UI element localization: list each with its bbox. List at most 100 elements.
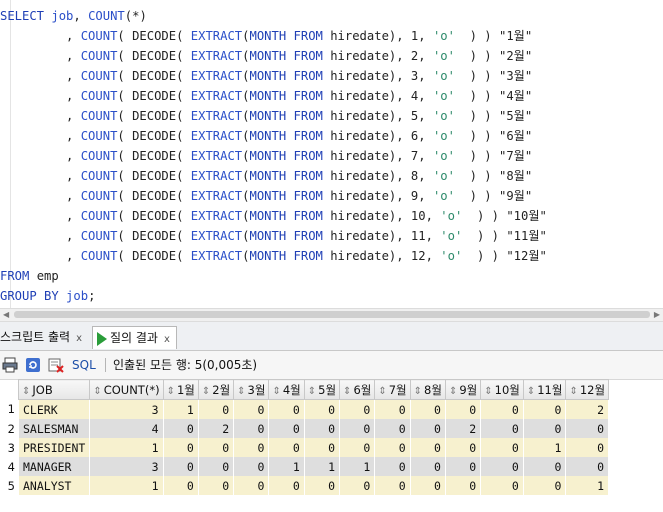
count-cell[interactable]: 0	[268, 438, 305, 457]
count-cell[interactable]: 2	[198, 419, 235, 438]
column-header[interactable]: ⇕ 2월	[197, 379, 235, 400]
count-cell[interactable]: 0	[268, 399, 305, 419]
editor-horizontal-scrollbar[interactable]: ◀ ▶	[0, 308, 663, 322]
sort-icon[interactable]: ⇕	[484, 386, 492, 397]
count-cell[interactable]: 0	[304, 476, 341, 495]
count-cell[interactable]: 0	[304, 438, 341, 457]
sort-icon[interactable]: ⇕	[378, 386, 386, 397]
count-cell[interactable]: 2	[565, 399, 610, 419]
sort-icon[interactable]: ⇕	[343, 386, 351, 397]
column-header[interactable]: ⇕ 10월	[480, 379, 524, 400]
count-cell[interactable]: 0	[198, 399, 235, 419]
count-cell[interactable]: 0	[374, 438, 411, 457]
sort-icon[interactable]: ⇕	[308, 386, 316, 397]
tab-query-result-close-icon[interactable]: x	[164, 334, 170, 345]
count-cell[interactable]: 0	[480, 457, 524, 476]
count-cell[interactable]: 0	[198, 438, 235, 457]
count-cell[interactable]: 0	[410, 476, 446, 495]
count-cell[interactable]: 0	[445, 438, 482, 457]
count-cell[interactable]: 0	[233, 419, 270, 438]
clear-icon[interactable]	[48, 357, 64, 373]
count-cell[interactable]: 1	[304, 457, 341, 476]
count-cell[interactable]: 1	[89, 438, 164, 457]
count-cell[interactable]: 0	[410, 438, 446, 457]
table-row[interactable]: 5 ANALYST 1 0 0 0 0 0 0 0 0 0 0 0 1	[0, 476, 610, 495]
count-cell[interactable]: 0	[233, 399, 270, 419]
count-cell[interactable]: 1	[339, 457, 376, 476]
tab-script-output[interactable]: 스크립트 출력 x	[0, 326, 86, 348]
column-header[interactable]: ⇕ COUNT(*)	[89, 379, 164, 400]
count-cell[interactable]: 0	[233, 476, 270, 495]
count-cell[interactable]: 2	[445, 419, 482, 438]
count-cell[interactable]: 0	[523, 476, 567, 495]
count-cell[interactable]: 1	[89, 476, 164, 495]
count-cell[interactable]: 0	[339, 476, 376, 495]
sort-icon[interactable]: ⇕	[237, 386, 245, 397]
sort-icon[interactable]: ⇕	[167, 386, 175, 397]
count-cell[interactable]: 1	[523, 438, 567, 457]
job-cell[interactable]: CLERK	[18, 399, 91, 419]
count-cell[interactable]: 0	[523, 399, 567, 419]
sort-icon[interactable]: ⇕	[414, 386, 422, 397]
count-cell[interactable]: 0	[523, 419, 567, 438]
column-header[interactable]: ⇕ 7월	[374, 379, 411, 400]
count-cell[interactable]: 0	[374, 457, 411, 476]
table-row[interactable]: 3 PRESIDENT 1 0 0 0 0 0 0 0 0 0 0 1 0	[0, 438, 610, 457]
count-cell[interactable]: 0	[233, 438, 270, 457]
count-cell[interactable]: 0	[445, 457, 482, 476]
column-header[interactable]: ⇕ JOB	[17, 379, 91, 400]
count-cell[interactable]: 0	[410, 457, 446, 476]
column-header[interactable]: ⇕ 8월	[409, 379, 446, 400]
count-cell[interactable]: 0	[339, 399, 376, 419]
count-cell[interactable]: 0	[410, 419, 446, 438]
column-header[interactable]: ⇕ 4월	[268, 379, 305, 400]
count-cell[interactable]: 0	[233, 457, 270, 476]
count-cell[interactable]: 0	[304, 419, 341, 438]
count-cell[interactable]: 0	[480, 419, 524, 438]
sort-icon[interactable]: ⇕	[93, 386, 101, 397]
count-cell[interactable]: 0	[339, 419, 376, 438]
sort-icon[interactable]: ⇕	[569, 386, 577, 397]
count-cell[interactable]: 3	[89, 457, 164, 476]
count-cell[interactable]: 0	[374, 419, 411, 438]
count-cell[interactable]: 4	[89, 419, 164, 438]
sort-icon[interactable]: ⇕	[449, 386, 457, 397]
count-cell[interactable]: 0	[410, 399, 446, 419]
count-cell[interactable]: 0	[565, 457, 610, 476]
sort-icon[interactable]: ⇕	[202, 386, 210, 397]
count-cell[interactable]: 0	[374, 399, 411, 419]
count-cell[interactable]: 0	[268, 476, 305, 495]
count-cell[interactable]: 0	[163, 476, 199, 495]
count-cell[interactable]: 0	[480, 476, 524, 495]
column-header[interactable]: ⇕ 9월	[444, 379, 482, 400]
job-cell[interactable]: MANAGER	[18, 457, 91, 476]
count-cell[interactable]: 1	[163, 399, 199, 419]
column-header[interactable]: ⇕ 1월	[162, 379, 199, 400]
sort-icon[interactable]: ⇕	[527, 386, 535, 397]
column-header[interactable]: ⇕ 6월	[339, 379, 376, 400]
count-cell[interactable]: 0	[480, 438, 524, 457]
count-cell[interactable]: 0	[565, 438, 610, 457]
count-cell[interactable]: 0	[304, 399, 341, 419]
count-cell[interactable]: 3	[89, 399, 164, 419]
count-cell[interactable]: 0	[339, 438, 376, 457]
count-cell[interactable]: 0	[198, 476, 235, 495]
count-cell[interactable]: 1	[565, 476, 610, 495]
tab-script-output-close-icon[interactable]: x	[76, 333, 82, 344]
count-cell[interactable]: 0	[445, 476, 482, 495]
table-row[interactable]: 2 SALESMAN 4 0 2 0 0 0 0 0 0 2 0 0 0	[0, 419, 610, 438]
refresh-icon[interactable]	[25, 357, 41, 373]
print-icon[interactable]	[2, 357, 18, 373]
sql-editor[interactable]: SELECT job, COUNT(*) , COUNT( DECODE( EX…	[0, 0, 663, 308]
scroll-right-arrow-icon[interactable]: ▶	[654, 309, 660, 321]
column-header[interactable]: ⇕ 12월	[565, 379, 610, 400]
sql-code[interactable]: SELECT job, COUNT(*) , COUNT( DECODE( EX…	[0, 6, 547, 306]
column-header[interactable]: ⇕ 11월	[522, 379, 567, 400]
count-cell[interactable]: 0	[480, 399, 524, 419]
count-cell[interactable]: 0	[565, 419, 610, 438]
count-cell[interactable]: 0	[163, 438, 199, 457]
tab-query-result[interactable]: 질의 결과 x	[92, 326, 177, 349]
count-cell[interactable]: 0	[268, 419, 305, 438]
sort-icon[interactable]: ⇕	[22, 386, 30, 397]
scroll-left-arrow-icon[interactable]: ◀	[3, 309, 9, 321]
